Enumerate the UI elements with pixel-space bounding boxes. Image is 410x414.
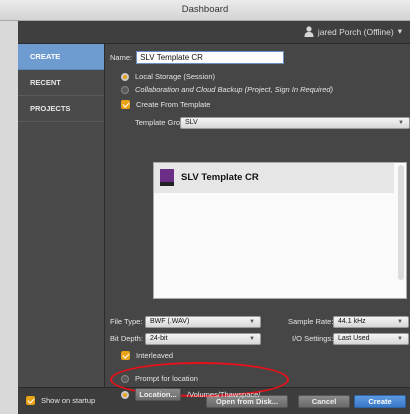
cancel-button[interactable]: Cancel [298, 395, 350, 408]
chevron-down-icon: ▼ [397, 319, 403, 325]
storage-cloud-row[interactable]: Collaboration and Cloud Backup (Project,… [121, 85, 333, 94]
io-settings-value: Last Used [338, 335, 370, 342]
sidebar-item-recent[interactable]: RECENT [18, 70, 104, 96]
bit-depth-select[interactable]: 24-bit ▼ [145, 333, 261, 345]
file-type-select[interactable]: BWF (.WAV) ▼ [145, 316, 261, 328]
create-from-template-checkbox[interactable] [121, 100, 130, 109]
location-button[interactable]: Location... [135, 388, 181, 401]
sample-rate-select[interactable]: 44.1 kHz ▼ [333, 316, 409, 328]
sample-rate-value: 44.1 kHz [338, 318, 366, 325]
sidebar-item-projects[interactable]: PROJECTS [18, 96, 104, 122]
show-on-startup-label: Show on startup [41, 396, 96, 405]
storage-local-row[interactable]: Local Storage (Session) [121, 72, 215, 81]
io-settings-select[interactable]: Last Used ▼ [333, 333, 409, 345]
scrollbar-thumb[interactable] [398, 165, 404, 280]
template-list: SLV Template CR [153, 162, 407, 299]
location-row: Location... /Volumes/Thawspace/ [121, 388, 260, 401]
location-radio[interactable] [121, 390, 129, 399]
chevron-down-icon: ▼ [249, 319, 255, 325]
list-item[interactable]: SLV Template CR [154, 163, 394, 193]
interleaved-row[interactable]: Interleaved [121, 351, 173, 360]
prompt-location-row[interactable]: Prompt for location [121, 374, 198, 383]
storage-cloud-label: Collaboration and Cloud Backup (Project,… [135, 85, 334, 94]
io-settings-label: I/O Settings: [292, 334, 334, 343]
create-from-template-label: Create From Template [136, 100, 211, 109]
chevron-down-icon: ▼ [249, 336, 255, 342]
name-label: Name: [110, 53, 133, 62]
create-from-template-row[interactable]: Create From Template [121, 100, 210, 109]
user-menu[interactable]: jared Porch (Offline) ▾ [304, 26, 402, 37]
storage-cloud-radio[interactable] [121, 85, 129, 94]
create-panel: Name: SLV Template CR Local Storage (Ses… [105, 44, 410, 387]
bit-depth-value: 24-bit [150, 335, 168, 342]
template-session-icon [160, 169, 174, 186]
name-row: Name: SLV Template CR [110, 51, 285, 64]
storage-local-label: Local Storage (Session) [135, 72, 216, 81]
sidebar-item-label: PROJECTS [30, 104, 71, 113]
dashboard-window: jared Porch (Offline) ▾ CREATE RECENT PR… [18, 21, 410, 414]
sidebar: CREATE RECENT PROJECTS [18, 44, 105, 387]
template-group-select[interactable]: SLV ▼ [180, 117, 410, 129]
chevron-down-icon: ▼ [397, 336, 403, 342]
window-title: Dashboard [181, 4, 229, 15]
user-bar: jared Porch (Offline) ▾ [18, 21, 410, 44]
storage-local-radio[interactable] [121, 72, 129, 81]
file-type-label: File Type: [110, 317, 143, 326]
title-bar: Dashboard [0, 0, 410, 21]
prompt-location-radio[interactable] [121, 374, 129, 383]
interleaved-checkbox[interactable] [121, 351, 130, 360]
location-path: /Volumes/Thawspace/ [187, 390, 261, 399]
show-on-startup-checkbox[interactable] [26, 396, 35, 405]
chevron-down-icon: ▼ [398, 120, 404, 126]
bit-depth-label: Bit Depth: [110, 334, 143, 343]
name-field[interactable]: SLV Template CR [136, 51, 285, 64]
prompt-location-label: Prompt for location [135, 374, 198, 383]
template-list-scrollbar[interactable] [398, 165, 404, 285]
user-icon [304, 26, 314, 37]
sidebar-item-label: RECENT [30, 78, 61, 87]
interleaved-label: Interleaved [136, 351, 174, 360]
user-label: jared Porch (Offline) [317, 26, 394, 37]
sidebar-item-label: CREATE [30, 52, 61, 61]
file-type-value: BWF (.WAV) [150, 318, 190, 325]
sample-rate-label: Sample Rate: [288, 317, 334, 326]
sidebar-item-create[interactable]: CREATE [18, 44, 104, 70]
chevron-down-icon: ▾ [397, 26, 402, 36]
template-group-value: SLV [185, 119, 198, 126]
template-item-label: SLV Template CR [181, 172, 259, 183]
create-button[interactable]: Create [354, 395, 406, 408]
show-on-startup-row[interactable]: Show on startup [26, 396, 95, 405]
